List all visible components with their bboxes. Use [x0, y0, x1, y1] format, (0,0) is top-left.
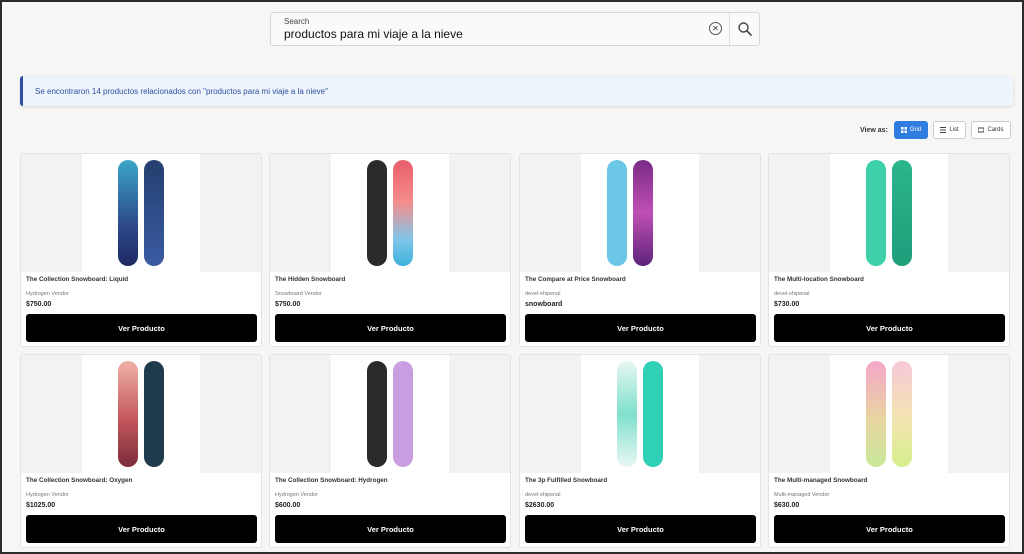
product-price: $1025.00	[26, 502, 56, 509]
product-image[interactable]	[520, 355, 760, 473]
product-name[interactable]: The Compare at Price Snowboard	[525, 276, 626, 283]
product-name[interactable]: The Collection Snowboard: Oxygen	[26, 477, 132, 484]
product-price: $730.00	[774, 301, 800, 308]
view-product-button[interactable]: Ver Producto	[525, 515, 756, 543]
grid-icon	[900, 127, 907, 133]
product-image[interactable]	[270, 355, 510, 473]
product-name[interactable]: The 3p Fulfilled Snowboard	[525, 477, 607, 484]
product-vendor: devel-shipenal	[774, 291, 810, 297]
product-name[interactable]: The Collection Snowboard: Hydrogen	[275, 477, 388, 484]
product-card: The 3p Fulfilled Snowboard devel-shipena…	[519, 354, 761, 548]
product-image[interactable]	[769, 154, 1009, 272]
results-banner: Se encontraron 14 productos relacionados…	[20, 76, 1013, 106]
product-card: The Multi-location Snowboard devel-shipe…	[768, 153, 1010, 347]
product-card: The Hidden Snowboard Snowboard Vendor $7…	[269, 153, 511, 347]
search-label: Search	[284, 17, 310, 26]
view-as-label: View as:	[860, 127, 888, 134]
product-price: $2630.00	[525, 502, 555, 509]
product-name[interactable]: The Multi-location Snowboard	[774, 276, 864, 283]
product-card: The Collection Snowboard: Hydrogen Hydro…	[269, 354, 511, 548]
app-frame: Search productos para mi viaje a la niev…	[2, 2, 1022, 552]
view-cards-button[interactable]: Cards	[971, 121, 1011, 139]
view-product-button[interactable]: Ver Producto	[275, 515, 506, 543]
view-product-button[interactable]: Ver Producto	[275, 314, 506, 342]
product-price: $630.00	[774, 502, 800, 509]
product-price: $750.00	[275, 301, 301, 308]
product-vendor: Hydrogen Vendor	[26, 291, 69, 297]
view-product-button[interactable]: Ver Producto	[525, 314, 756, 342]
search-box[interactable]: Search productos para mi viaje a la niev…	[270, 12, 760, 46]
search-input[interactable]: productos para mi viaje a la nieve	[284, 27, 463, 41]
view-product-button[interactable]: Ver Producto	[26, 515, 257, 543]
product-vendor: Hydrogen Vendor	[275, 492, 318, 498]
product-image[interactable]	[21, 355, 261, 473]
product-name[interactable]: The Multi-managed Snowboard	[774, 477, 867, 484]
product-card: The Compare at Price Snowboard devel-shi…	[519, 153, 761, 347]
product-card: The Collection Snowboard: Oxygen Hydroge…	[20, 354, 262, 548]
view-product-button[interactable]: Ver Producto	[774, 314, 1005, 342]
product-image[interactable]	[21, 154, 261, 272]
product-card: The Collection Snowboard: Liquid Hydroge…	[20, 153, 262, 347]
product-vendor: devel-shipenal	[525, 291, 561, 297]
product-vendor: devel-shipenal	[525, 492, 561, 498]
results-message: Se encontraron 14 productos relacionados…	[35, 87, 328, 96]
product-vendor: Snowboard Vendor	[275, 291, 322, 297]
view-cards-label: Cards	[987, 127, 1004, 133]
product-price: snowboard	[525, 301, 563, 308]
product-card: The Multi-managed Snowboard Multi-manage…	[768, 354, 1010, 548]
product-image[interactable]	[769, 355, 1009, 473]
cards-icon	[978, 127, 985, 133]
clear-icon[interactable]: ✕	[709, 22, 722, 35]
product-image[interactable]	[270, 154, 510, 272]
search-icon[interactable]	[737, 21, 753, 37]
view-list-label: List	[949, 127, 959, 133]
view-list-button[interactable]: List	[933, 121, 966, 139]
product-price: $600.00	[275, 502, 301, 509]
view-product-button[interactable]: Ver Producto	[26, 314, 257, 342]
product-name[interactable]: The Hidden Snowboard	[275, 276, 345, 283]
view-product-button[interactable]: Ver Producto	[774, 515, 1005, 543]
view-grid-label: Grid	[909, 127, 922, 133]
product-price: $750.00	[26, 301, 52, 308]
product-vendor: Multi-managed Vendor	[774, 492, 830, 498]
view-grid-button[interactable]: Grid	[894, 121, 928, 139]
product-name[interactable]: The Collection Snowboard: Liquid	[26, 276, 128, 283]
list-icon	[940, 127, 947, 133]
search-divider	[729, 13, 730, 45]
product-image[interactable]	[520, 154, 760, 272]
product-vendor: Hydrogen Vendor	[26, 492, 69, 498]
